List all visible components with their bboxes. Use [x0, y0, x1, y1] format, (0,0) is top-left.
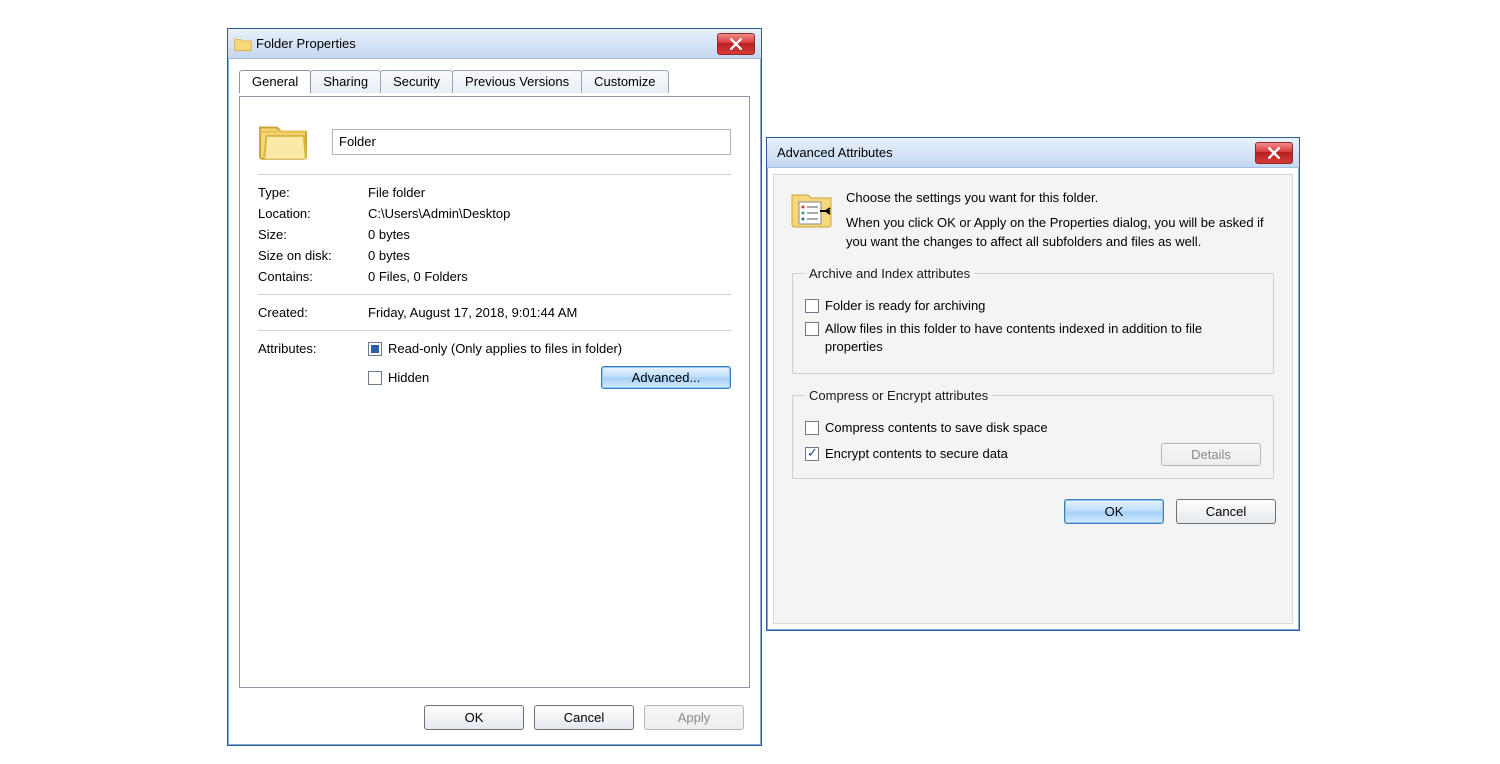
contains-value: 0 Files, 0 Folders — [368, 269, 731, 284]
encrypt-label: Encrypt contents to secure data — [825, 445, 1008, 463]
window-title: Advanced Attributes — [773, 145, 1255, 160]
tab-sharing[interactable]: Sharing — [310, 70, 381, 93]
contains-label: Contains: — [258, 269, 368, 284]
separator — [258, 294, 731, 295]
allow-indexing-checkbox[interactable] — [805, 322, 819, 336]
size-label: Size: — [258, 227, 368, 242]
cancel-button[interactable]: Cancel — [1176, 499, 1276, 524]
archive-index-legend: Archive and Index attributes — [805, 266, 974, 281]
hidden-label: Hidden — [388, 370, 429, 385]
titlebar[interactable]: Advanced Attributes — [767, 138, 1299, 168]
archive-index-group: Archive and Index attributes Folder is r… — [792, 266, 1274, 375]
created-value: Friday, August 17, 2018, 9:01:44 AM — [368, 305, 731, 320]
archive-ready-checkbox[interactable] — [805, 299, 819, 313]
tab-previous-versions[interactable]: Previous Versions — [452, 70, 582, 93]
window-title: Folder Properties — [252, 36, 717, 51]
compress-encrypt-legend: Compress or Encrypt attributes — [805, 388, 992, 403]
type-value: File folder — [368, 185, 731, 200]
attributes-label: Attributes: — [258, 341, 368, 356]
tabstrip: General Sharing Security Previous Versio… — [235, 66, 754, 92]
read-only-checkbox[interactable] — [368, 342, 382, 356]
close-icon — [730, 38, 742, 50]
tab-general[interactable]: General — [239, 70, 311, 93]
compress-checkbox[interactable] — [805, 421, 819, 435]
folder-name-input[interactable] — [332, 129, 731, 155]
button-bar: OK Cancel Apply — [424, 705, 744, 730]
ok-button[interactable]: OK — [424, 705, 524, 730]
client-area: General Sharing Security Previous Versio… — [234, 65, 755, 739]
location-label: Location: — [258, 206, 368, 221]
settings-icon — [790, 189, 834, 252]
separator — [258, 174, 731, 175]
encrypt-checkbox[interactable] — [805, 447, 819, 461]
size-value: 0 bytes — [368, 227, 731, 242]
created-label: Created: — [258, 305, 368, 320]
allow-indexing-label: Allow files in this folder to have conte… — [825, 320, 1261, 355]
location-value: C:\Users\Admin\Desktop — [368, 206, 731, 221]
size-on-disk-label: Size on disk: — [258, 248, 368, 263]
advanced-button[interactable]: Advanced... — [601, 366, 731, 389]
folder-properties-dialog: Folder Properties General Sharing Securi… — [227, 28, 762, 746]
titlebar[interactable]: Folder Properties — [228, 29, 761, 59]
advanced-attributes-dialog: Advanced Attributes — [766, 137, 1300, 631]
intro-line1: Choose the settings you want for this fo… — [846, 189, 1276, 208]
client-area: Choose the settings you want for this fo… — [773, 174, 1293, 624]
button-bar: OK Cancel — [774, 489, 1292, 524]
tab-customize[interactable]: Customize — [581, 70, 668, 93]
ok-button[interactable]: OK — [1064, 499, 1164, 524]
compress-label: Compress contents to save disk space — [825, 419, 1048, 437]
folder-icon — [258, 119, 308, 164]
close-button[interactable] — [1255, 142, 1293, 164]
details-button[interactable]: Details — [1161, 443, 1261, 466]
folder-icon — [234, 35, 252, 52]
close-icon — [1268, 147, 1280, 159]
read-only-label: Read-only (Only applies to files in fold… — [388, 341, 622, 356]
tab-security[interactable]: Security — [380, 70, 453, 93]
tab-panel-general: Type: File folder Location: C:\Users\Adm… — [239, 96, 750, 688]
type-label: Type: — [258, 185, 368, 200]
separator — [258, 330, 731, 331]
intro-line2: When you click OK or Apply on the Proper… — [846, 214, 1276, 252]
size-on-disk-value: 0 bytes — [368, 248, 731, 263]
cancel-button[interactable]: Cancel — [534, 705, 634, 730]
archive-ready-label: Folder is ready for archiving — [825, 297, 985, 315]
close-button[interactable] — [717, 33, 755, 55]
hidden-checkbox[interactable] — [368, 371, 382, 385]
apply-button[interactable]: Apply — [644, 705, 744, 730]
compress-encrypt-group: Compress or Encrypt attributes Compress … — [792, 388, 1274, 479]
